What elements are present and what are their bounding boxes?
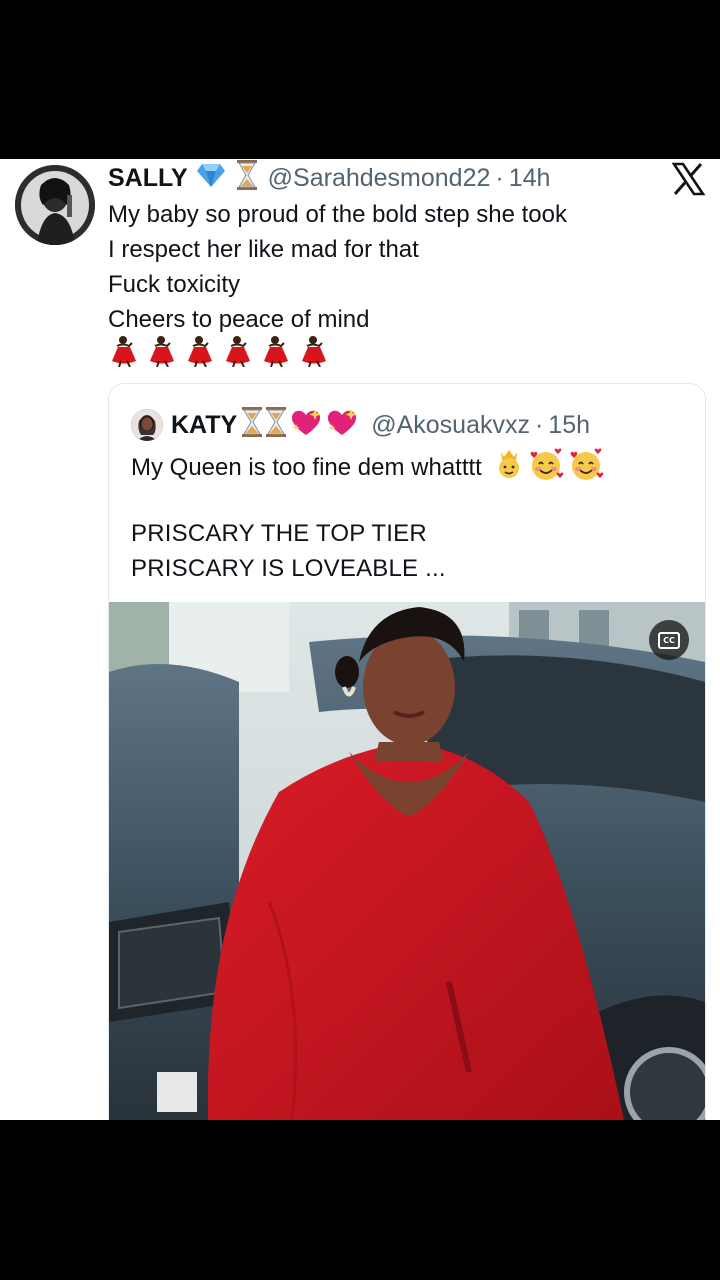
quoted-tweet[interactable]: KATY @Akosuakvxz · 15h My Queen is too f…	[108, 383, 706, 1120]
tweet-card[interactable]: SALLY @Sarahdesmond22 · 14h My baby so p…	[0, 159, 720, 1120]
dancer-icon	[146, 335, 178, 371]
sparkling-heart-icon	[325, 406, 359, 445]
quoted-badges	[241, 406, 359, 445]
emoji-row	[108, 335, 330, 371]
dancer-icon	[222, 335, 254, 371]
hourglass-icon	[265, 406, 287, 444]
display-name[interactable]: SALLY	[108, 164, 188, 193]
quoted-text-line: PRISCARY THE TOP TIER	[131, 520, 427, 547]
x-logo-icon	[670, 161, 706, 197]
tweet-text: My baby so proud of the bold step she to…	[108, 197, 698, 337]
gem-icon	[196, 162, 226, 195]
dancer-icon	[298, 335, 330, 371]
smiling-face-hearts-icon	[528, 448, 564, 489]
sparkling-heart-icon	[289, 406, 323, 445]
tweet-line: My baby so proud of the bold step she to…	[108, 201, 567, 228]
quoted-tweet-header: KATY @Akosuakvxz · 15h	[131, 405, 590, 445]
smiling-face-hearts-icon	[568, 448, 604, 489]
quoted-display-name[interactable]: KATY	[171, 411, 237, 440]
cc-icon: CC	[658, 631, 680, 649]
quoted-text: My Queen is too fine dem whatttt	[131, 448, 604, 489]
top-black-bar	[0, 0, 720, 159]
bottom-black-bar	[0, 1120, 720, 1280]
handle[interactable]: @Sarahdesmond22	[268, 164, 491, 193]
dancer-icon	[184, 335, 216, 371]
dancer-icon	[108, 335, 140, 371]
separator-dot: ·	[534, 410, 544, 439]
timestamp[interactable]: 14h	[509, 164, 551, 193]
tweet-line: Cheers to peace of mind	[108, 306, 370, 333]
tweet-line: Fuck toxicity	[108, 271, 241, 298]
avatar[interactable]	[15, 165, 95, 245]
tweet-line: I respect her like mad for that	[108, 236, 419, 263]
quoted-avatar[interactable]	[131, 409, 163, 441]
crown-face-icon	[494, 448, 524, 489]
video-player[interactable]: CC	[109, 602, 705, 1120]
separator-dot: ·	[495, 163, 504, 192]
tweet-header: SALLY @Sarahdesmond22 · 14h	[108, 159, 551, 197]
cc-button[interactable]: CC	[649, 620, 689, 660]
hourglass-icon	[241, 406, 263, 444]
quoted-text-line: PRISCARY IS LOVEABLE ...	[131, 555, 446, 582]
quoted-timestamp[interactable]: 15h	[548, 411, 590, 440]
quoted-handle[interactable]: @Akosuakvxz	[371, 411, 530, 440]
hourglass-icon	[236, 159, 258, 197]
video-frame	[109, 602, 705, 1120]
quoted-text-line: My Queen is too fine dem whatttt	[131, 454, 482, 481]
dancer-icon	[260, 335, 292, 371]
